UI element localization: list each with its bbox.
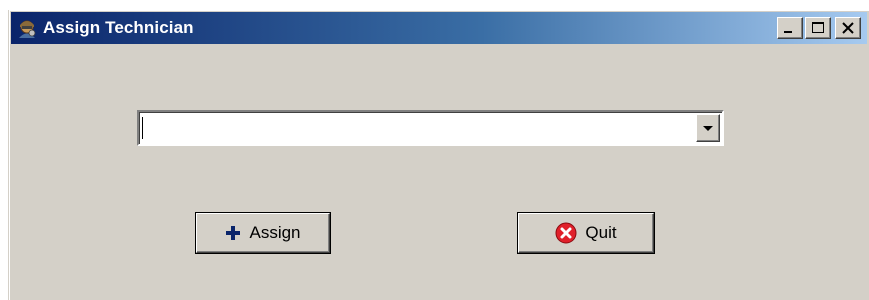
title-bar[interactable]: Assign Technician (11, 12, 867, 44)
chevron-down-icon (703, 126, 713, 131)
technician-input[interactable] (143, 115, 692, 141)
technician-combobox[interactable] (137, 110, 724, 146)
x-circle-icon (555, 222, 577, 244)
maximize-icon (812, 22, 824, 33)
assign-button-label: Assign (249, 223, 301, 242)
quit-button-label: Quit (585, 223, 617, 242)
dropdown-button[interactable] (696, 114, 720, 142)
assign-technician-window: Assign Technician Assign Quit (8, 10, 869, 300)
minimize-button[interactable] (777, 17, 803, 39)
maximize-button[interactable] (805, 17, 831, 39)
window-title: Assign Technician (43, 18, 194, 37)
text-caret (142, 117, 143, 139)
minimize-icon (784, 31, 792, 33)
technician-app-icon (15, 16, 39, 40)
assign-button[interactable]: Assign (196, 213, 330, 253)
close-button[interactable] (835, 17, 861, 39)
plus-icon (225, 225, 241, 241)
window-controls (777, 17, 861, 39)
quit-button[interactable]: Quit (518, 213, 654, 253)
close-icon (842, 22, 854, 34)
